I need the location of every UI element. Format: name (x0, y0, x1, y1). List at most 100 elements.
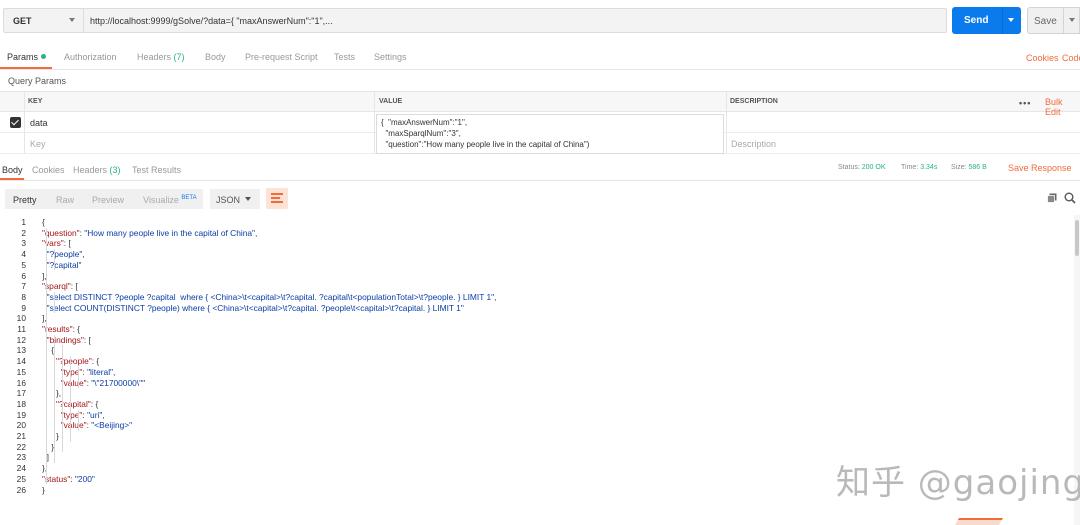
line-number: 5 (21, 259, 26, 270)
save-button[interactable]: Save (1027, 7, 1080, 34)
code-line: } (42, 431, 59, 441)
send-button[interactable]: Send (952, 7, 1021, 34)
pretty-button[interactable]: Pretty (13, 195, 37, 205)
watermark: 知乎 @gaojing (836, 463, 1080, 503)
key-input[interactable]: Key (30, 139, 46, 149)
editor-scrollbar-thumb[interactable] (1075, 220, 1079, 256)
format-select[interactable]: JSON (210, 189, 260, 209)
request-bar: GET http://localhost:9999/gSolve/?data={… (0, 0, 1080, 42)
url-input[interactable]: http://localhost:9999/gSolve/?data={ "ma… (83, 8, 947, 33)
line-number: 3 (21, 238, 26, 249)
indent-guide (78, 366, 79, 389)
tab-settings[interactable]: Settings (374, 52, 407, 62)
line-number-gutter: 1 2 3 4 5 6 7 8 9 10 11 12 13 14 15 16 17 18 19 20 21 22 23 24 2… (0, 215, 32, 525)
status-label: Status: (838, 164, 860, 171)
time-indicator: Time: 3.34s (901, 164, 937, 171)
description-input[interactable]: Description (731, 139, 776, 149)
line-number: 25 (16, 473, 26, 484)
tab-pre-request-script[interactable]: Pre-request Script (245, 52, 318, 62)
param-value-editor[interactable]: { "maxAnswerNum":"1", "maxSparqlNum":"3"… (376, 114, 724, 154)
query-params-title: Query Params (8, 76, 67, 86)
chevron-down-icon[interactable] (1069, 18, 1075, 22)
line-number: 1 (21, 217, 26, 227)
code-line: "select COUNT(DISTINCT ?people) where { … (46, 302, 464, 313)
code-line: "?people", (46, 249, 85, 260)
param-value-line: { "maxAnswerNum":"1", (381, 118, 468, 127)
tab-response-headers-label: Headers (73, 165, 108, 175)
code-line: "?capital" (46, 259, 82, 270)
time-value: 3.34s (920, 164, 938, 171)
line-number: 20 (16, 420, 26, 431)
tab-response-headers[interactable]: Headers (3) (73, 165, 121, 175)
param-key[interactable]: data (30, 118, 48, 128)
tab-headers[interactable]: Headers (7) (137, 52, 185, 62)
cookies-link[interactable]: Cookies (1026, 53, 1059, 63)
line-number: 16 (16, 377, 26, 388)
raw-button[interactable]: Raw (56, 195, 74, 205)
line-number: 19 (16, 409, 26, 420)
row-enabled-checkbox[interactable] (10, 117, 21, 128)
chevron-down-icon (245, 197, 251, 201)
line-number: 23 (16, 452, 26, 463)
response-toolbar: Pretty Raw Preview Visualize BETA JSON (0, 183, 1080, 215)
line-number: 10 (16, 313, 26, 324)
save-response-label: Save Response (1008, 163, 1072, 173)
line-number: 17 (16, 388, 26, 399)
column-key: KEY (28, 98, 43, 105)
line-number: 8 (21, 291, 26, 302)
more-options-icon[interactable]: ••• (1019, 98, 1031, 108)
line-number: 13 (16, 345, 26, 356)
save-response-button[interactable]: Save Response (1008, 163, 1080, 173)
code-line: "type": "uri", (60, 409, 105, 420)
tab-params[interactable]: Params (7, 52, 47, 62)
code-line: "status": "200" (42, 473, 95, 484)
line-number: 14 (16, 356, 26, 367)
code-link[interactable]: Code (1062, 53, 1080, 63)
code-line: "value": "<Beijing>" (60, 420, 133, 431)
tab-response-body[interactable]: Body (2, 165, 23, 175)
line-number: 7 (21, 281, 26, 292)
code-line: "select DISTINCT ?people ?capital where … (46, 291, 497, 302)
method-value: GET (13, 16, 32, 26)
indent-guide (62, 345, 63, 453)
code-line: }, (42, 388, 62, 399)
size-value: 586 B (968, 164, 987, 171)
visualize-label: Visualize (143, 195, 179, 205)
line-number: 18 (16, 398, 26, 409)
visualize-button[interactable]: Visualize BETA (143, 195, 197, 205)
line-number: 2 (21, 227, 26, 238)
chevron-down-icon[interactable] (1008, 18, 1014, 22)
copy-icon[interactable] (1047, 193, 1057, 203)
code-line: "question": "How many people live in the… (42, 227, 258, 238)
search-icon[interactable] (1064, 192, 1076, 204)
tab-params-label: Params (7, 52, 39, 62)
line-number: 26 (16, 484, 26, 495)
tab-headers-label: Headers (137, 52, 172, 62)
line-number: 6 (21, 270, 26, 281)
line-number: 9 (21, 302, 26, 313)
save-divider (1063, 8, 1064, 33)
code-line: } (42, 484, 45, 495)
indent-guide (54, 334, 55, 464)
tab-body[interactable]: Body (205, 52, 226, 62)
code-line: { (42, 345, 55, 356)
tab-headers-count: (7) (173, 52, 185, 62)
method-select[interactable]: GET (3, 8, 83, 33)
tab-authorization[interactable]: Authorization (64, 52, 117, 62)
preview-button[interactable]: Preview (92, 195, 124, 205)
chevron-down-icon (69, 18, 75, 22)
param-value-line: "maxSparqlNum":"3", (381, 129, 461, 138)
corner-decoration (954, 518, 1004, 525)
code-line: } (42, 441, 55, 452)
line-number: 22 (16, 441, 26, 452)
wrap-lines-icon[interactable] (266, 188, 288, 209)
size-indicator: Size: 586 B (951, 164, 987, 171)
active-tab-underline (0, 67, 52, 69)
tab-test-results[interactable]: Test Results (132, 165, 181, 175)
tab-response-cookies[interactable]: Cookies (32, 165, 65, 175)
code-line: "bindings": [ (46, 334, 91, 345)
view-mode-group: Pretty Raw Preview Visualize BETA (5, 189, 203, 209)
query-params-table: KEY VALUE DESCRIPTION ••• Bulk Edit data… (0, 91, 1080, 154)
tab-tests[interactable]: Tests (334, 52, 355, 62)
format-value: JSON (216, 195, 241, 205)
